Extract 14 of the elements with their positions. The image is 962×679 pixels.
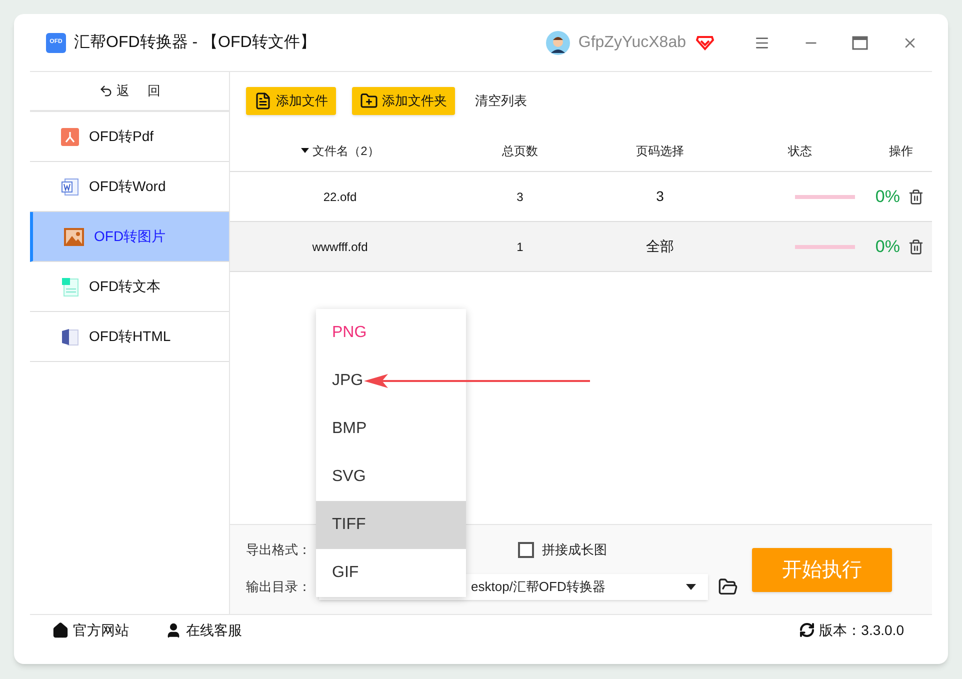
progress-percent: 0% bbox=[875, 186, 900, 208]
output-label: 输出目录： bbox=[246, 578, 311, 596]
column-header: 状态 bbox=[788, 142, 812, 160]
table-cell-text: 3 bbox=[516, 188, 524, 206]
progress-percent: 0% bbox=[875, 236, 900, 258]
table-cell-text: wwwfff.ofd bbox=[312, 238, 368, 256]
table-cell-text: 1 bbox=[516, 238, 524, 256]
column-header: 操作 bbox=[889, 142, 913, 160]
version-text: 版本：3.3.0.0 bbox=[819, 620, 904, 640]
window-title: 汇帮OFD转换器 - 【OFD转文件】 bbox=[74, 32, 316, 52]
table-cell-text: 22.ofd bbox=[323, 188, 357, 206]
column-header: 页码选择 bbox=[636, 142, 684, 160]
column-header: 总页数 bbox=[502, 142, 538, 160]
format-label: 导出格式： bbox=[246, 540, 311, 559]
